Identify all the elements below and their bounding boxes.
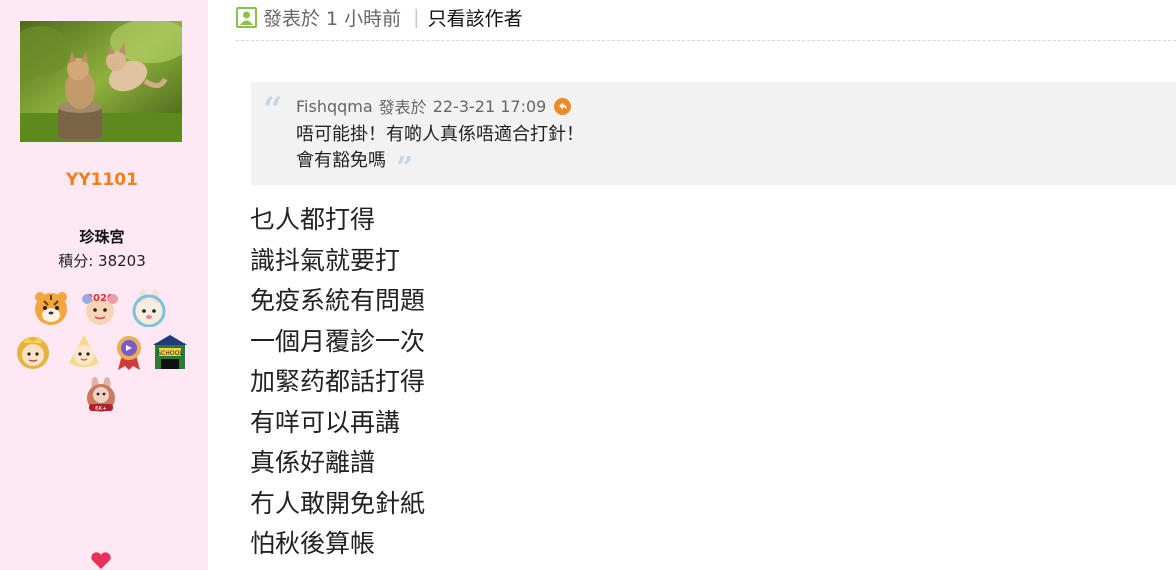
ribbon-medal-icon[interactable]	[110, 333, 148, 371]
post-line: 加緊药都話打得	[250, 367, 426, 396]
post-info-bar: 發表於 1 小時前 | 只看該作者	[236, 4, 523, 30]
post-line: 有咩可以再講	[250, 407, 401, 437]
quote-text-line-1: 唔可能掛！有啲人真係唔適合打針！	[296, 124, 584, 145]
rabbit-medal-icon[interactable]	[130, 289, 168, 327]
quote-meta: Fishqqma 發表於 22-3-21 17:09	[296, 94, 572, 118]
user-points: 積分: 38203	[58, 252, 146, 270]
author-sidebar: YY1101 珍珠宮 積分: 38203 2020 SCHOOL 6K+	[0, 0, 208, 570]
post-line: 免疫系統有問題	[250, 286, 426, 315]
baby-medal-icon[interactable]	[65, 333, 103, 371]
school-medal-icon[interactable]: SCHOOL	[151, 333, 189, 371]
quote-text-line-2-text: 會有豁免嗎	[296, 150, 386, 171]
post-line: 怕秋後算帳	[250, 529, 376, 558]
post-content: 發表於 1 小時前 | 只看該作者 “ Fishqqma 發表於 22-3-21…	[208, 0, 1176, 570]
post-body: 乜人都打得 識抖氣就要打 免疫系統有問題 一個月覆診一次 加緊药都話打得 有咩可…	[250, 200, 425, 565]
heart-icon	[91, 552, 111, 569]
user-online-icon	[236, 6, 257, 28]
open-quote-icon: “	[263, 90, 283, 130]
post-line: 真係好離譜	[250, 448, 376, 477]
view-author-only-link[interactable]: 只看該作者	[428, 4, 523, 31]
60k-medal-icon[interactable]: 6K+	[82, 376, 120, 414]
quote-block: “ Fishqqma 發表於 22-3-21 17:09 唔可能掛！有啲人真係唔…	[251, 82, 1176, 185]
user-group: 珍珠宮	[79, 228, 125, 246]
quote-posted-label: 發表於	[378, 98, 427, 117]
separator: |	[413, 6, 420, 28]
quote-datetime: 22-3-21 17:09	[432, 96, 547, 116]
avatar-kittens-image	[20, 21, 182, 142]
2020-medal-icon[interactable]: 2020	[81, 289, 119, 327]
close-quote-icon: ”	[396, 151, 414, 186]
svg-text:6K+: 6K+	[95, 406, 107, 412]
go-to-post-icon[interactable]	[554, 97, 572, 115]
crown-boy-medal-icon[interactable]	[14, 333, 52, 371]
svg-text:SCHOOL: SCHOOL	[157, 350, 183, 357]
quote-author: Fishqqma	[296, 96, 373, 116]
quote-text-line-2: 會有豁免嗎 ”	[296, 146, 413, 184]
tiger-medal-icon[interactable]	[32, 289, 70, 327]
avatar[interactable]	[20, 21, 182, 142]
divider	[236, 40, 1176, 41]
post-line: 乜人都打得	[250, 205, 376, 234]
post-time: 發表於 1 小時前	[263, 7, 402, 30]
post-line: 識抖氣就要打	[250, 245, 401, 275]
author-username[interactable]: YY1101	[0, 170, 204, 190]
post-line: 冇人敢開免針紙	[250, 488, 426, 518]
post-line: 一個月覆診一次	[250, 326, 426, 356]
